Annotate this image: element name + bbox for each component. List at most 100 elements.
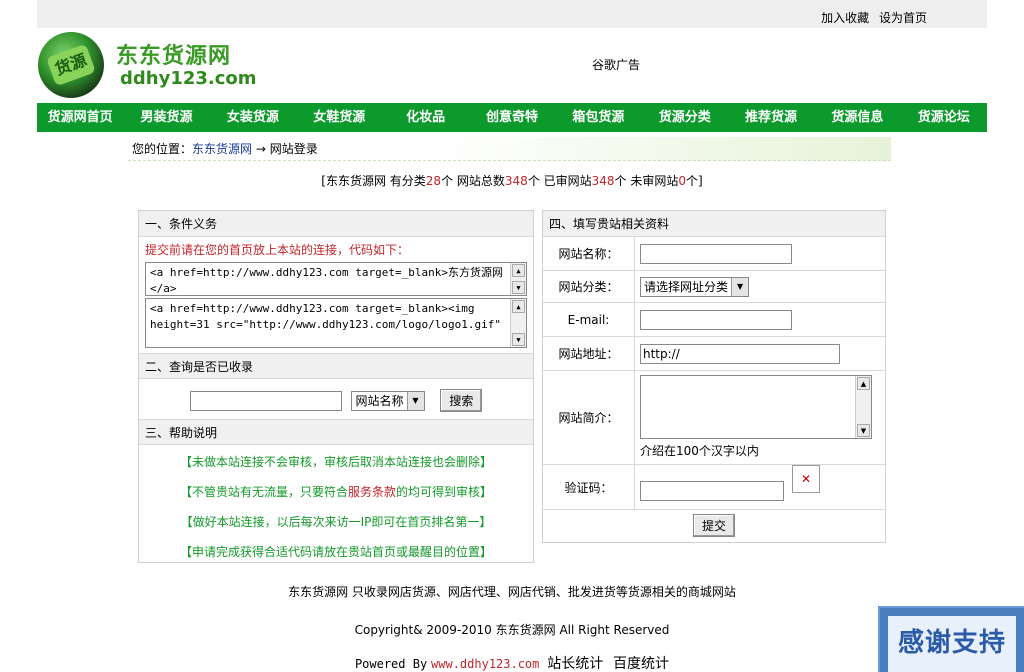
- stats-text: 个 未审网站: [614, 174, 679, 188]
- image-link-code-box[interactable]: <a href=http://www.ddhy123.com target=_b…: [145, 298, 527, 348]
- search-button[interactable]: 搜索: [440, 389, 483, 412]
- scroll-down-icon[interactable]: ▼: [857, 424, 870, 437]
- webmaster-stats-link[interactable]: 站长统计: [547, 656, 603, 672]
- breadcrumb-home-link[interactable]: 东东货源网: [192, 142, 252, 156]
- link-code-note: 提交前请在您的首页放上本站的连接，代码如下：: [145, 243, 410, 257]
- stats-categories: 28: [425, 174, 442, 188]
- form-row-name: 网站名称：: [543, 237, 885, 271]
- scrollbar[interactable]: ▲ ▼: [510, 263, 526, 295]
- captcha-image-icon[interactable]: ✕: [792, 465, 820, 493]
- text-link-code: <a href=http://www.ddhy123.com target=_b…: [150, 266, 504, 295]
- thanks-support-label: 感谢支持: [888, 616, 1016, 672]
- stats-pending: 0: [678, 174, 687, 188]
- stats-text: 个]: [686, 174, 703, 188]
- logo-url: ddhy123.com: [120, 68, 257, 89]
- help-item: 【未做本站连接不会审核，审核后取消本站连接也会删除】: [179, 455, 492, 469]
- search-select-value: 网站名称: [355, 393, 404, 408]
- section-title-site-info: 四、填写贵站相关资料: [543, 211, 885, 237]
- stats-approved: 348: [591, 174, 615, 188]
- nav-item-womens-shoes[interactable]: 女鞋货源: [296, 103, 382, 132]
- scroll-up-icon[interactable]: ▲: [512, 264, 525, 277]
- site-intro-label: 网站简介：: [543, 371, 635, 464]
- stats-total: 348: [504, 174, 528, 188]
- ad-placeholder: 谷歌广告: [592, 58, 641, 72]
- form-row-captcha: 验证码： ✕: [543, 465, 885, 510]
- email-input[interactable]: [640, 309, 792, 330]
- breadcrumb-arrow: →: [255, 142, 266, 156]
- site-intro-textarea[interactable]: ▲ ▼: [640, 375, 872, 439]
- site-info-form: 四、填写贵站相关资料 网站名称： 网站分类： 请选择网址分类 ▼ E-mail: …: [542, 210, 886, 543]
- form-row-url: 网站地址： http://: [543, 337, 885, 371]
- site-name-label: 网站名称：: [543, 237, 635, 270]
- image-link-code: <a href=http://www.ddhy123.com target=_b…: [150, 302, 501, 331]
- scroll-up-icon[interactable]: ▲: [857, 377, 870, 390]
- thanks-support-widget[interactable]: 感谢支持: [878, 606, 1024, 672]
- nav-item-womenswear[interactable]: 女装货源: [210, 103, 296, 132]
- stats-text: 个 已审网站: [527, 174, 592, 188]
- help-item: 【申请完成获得合适代码请放在贵站首页或最醒目的位置】: [179, 545, 492, 559]
- scrollbar[interactable]: ▲ ▼: [855, 376, 871, 438]
- site-stats: [东东货源网 有分类28个 网站总数348个 已审网站348个 未审网站0个]: [0, 172, 1024, 189]
- stats-text: 个 网站总数: [441, 174, 505, 188]
- scroll-down-icon[interactable]: ▼: [512, 281, 525, 294]
- text-link-code-box[interactable]: <a href=http://www.ddhy123.com target=_b…: [145, 262, 527, 296]
- chevron-down-icon: ▼: [406, 391, 424, 410]
- help-text: 【不管贵站有无流量，只要符合: [179, 485, 348, 499]
- nav-item-forum[interactable]: 货源论坛: [901, 103, 987, 132]
- breadcrumb-prefix: 您的位置：: [132, 142, 193, 156]
- nav-item-creative[interactable]: 创意奇特: [469, 103, 555, 132]
- site-logo[interactable]: 货源 东东货源网 ddhy123.com: [38, 32, 257, 98]
- section-title-search: 二、查询是否已收录: [139, 353, 533, 379]
- stats-text: [东东货源网 有分类: [321, 174, 426, 188]
- logo-emblem: 货源: [38, 32, 104, 98]
- search-input[interactable]: [189, 390, 342, 411]
- help-text: 的均可得到审核】: [396, 485, 493, 499]
- baidu-stats-link[interactable]: 百度统计: [613, 656, 669, 672]
- logo-badge: 货源: [46, 43, 96, 87]
- form-row-intro: 网站简介： ▲ ▼ 介绍在100个汉字以内: [543, 371, 885, 465]
- terms-link[interactable]: 服务条款: [348, 485, 396, 499]
- help-list: 【未做本站连接不会审核，审核后取消本站连接也会删除】 【不管贵站有无流量，只要符…: [139, 445, 533, 567]
- set-homepage-link[interactable]: 设为首页: [879, 11, 927, 25]
- nav-item-categories[interactable]: 货源分类: [642, 103, 728, 132]
- intro-hint: 介绍在100个汉字以内: [640, 444, 759, 458]
- site-url-input[interactable]: http://: [640, 343, 840, 364]
- nav-item-menswear[interactable]: 男装货源: [123, 103, 209, 132]
- site-name-input[interactable]: [640, 243, 792, 264]
- scroll-up-icon[interactable]: ▲: [512, 300, 525, 313]
- scrollbar[interactable]: ▲ ▼: [510, 299, 526, 347]
- site-category-label: 网站分类：: [543, 271, 635, 302]
- captcha-label: 验证码：: [543, 465, 635, 509]
- scroll-down-icon[interactable]: ▼: [512, 333, 525, 346]
- footer-description: 东东货源网 只收录网店货源、网店代理、网店代销、批发进货等货源相关的商城网站: [288, 585, 736, 599]
- nav-item-home[interactable]: 货源网首页: [37, 103, 123, 132]
- nav-item-recommended[interactable]: 推荐货源: [728, 103, 814, 132]
- submit-row: 提交: [543, 510, 885, 540]
- form-row-category: 网站分类： 请选择网址分类 ▼: [543, 271, 885, 303]
- nav-item-bags[interactable]: 箱包货源: [555, 103, 641, 132]
- search-field-select[interactable]: 网站名称 ▼: [351, 390, 425, 411]
- nav-item-cosmetics[interactable]: 化妆品: [382, 103, 468, 132]
- main-nav: 货源网首页 男装货源 女装货源 女鞋货源 化妆品 创意奇特 箱包货源 货源分类 …: [37, 103, 987, 132]
- nav-item-info[interactable]: 货源信息: [814, 103, 900, 132]
- logo-title: 东东货源网: [116, 44, 232, 69]
- footer-copyright: Copyright& 2009-2010 东东货源网 All Right Res…: [354, 623, 670, 637]
- section-title-help: 三、帮助说明: [139, 419, 533, 445]
- help-item: 【不管贵站有无流量，只要符合服务条款的均可得到审核】: [139, 477, 533, 507]
- breadcrumb-current: 网站登录: [269, 142, 318, 156]
- email-label: E-mail:: [543, 303, 635, 336]
- site-category-select[interactable]: 请选择网址分类 ▼: [640, 276, 750, 297]
- top-bar: 加入收藏 设为首页: [37, 0, 987, 28]
- section-title-conditions: 一、条件义务: [139, 211, 533, 237]
- top-links: 加入收藏 设为首页: [815, 9, 927, 26]
- help-item: 【做好本站连接，以后每次来访一IP即可在首页排名第一】: [180, 515, 492, 529]
- powered-by-site-link[interactable]: www.ddhy123.com: [431, 657, 539, 671]
- submit-button[interactable]: 提交: [692, 514, 735, 537]
- captcha-input[interactable]: [640, 481, 784, 501]
- site-url-label: 网站地址：: [543, 337, 635, 370]
- add-favorite-link[interactable]: 加入收藏: [821, 11, 869, 25]
- search-row: 网站名称 ▼ 搜索: [139, 379, 533, 419]
- form-row-email: E-mail:: [543, 303, 885, 337]
- conditions-panel: 一、条件义务 提交前请在您的首页放上本站的连接，代码如下： <a href=ht…: [138, 210, 534, 563]
- category-select-value: 请选择网址分类: [644, 279, 729, 294]
